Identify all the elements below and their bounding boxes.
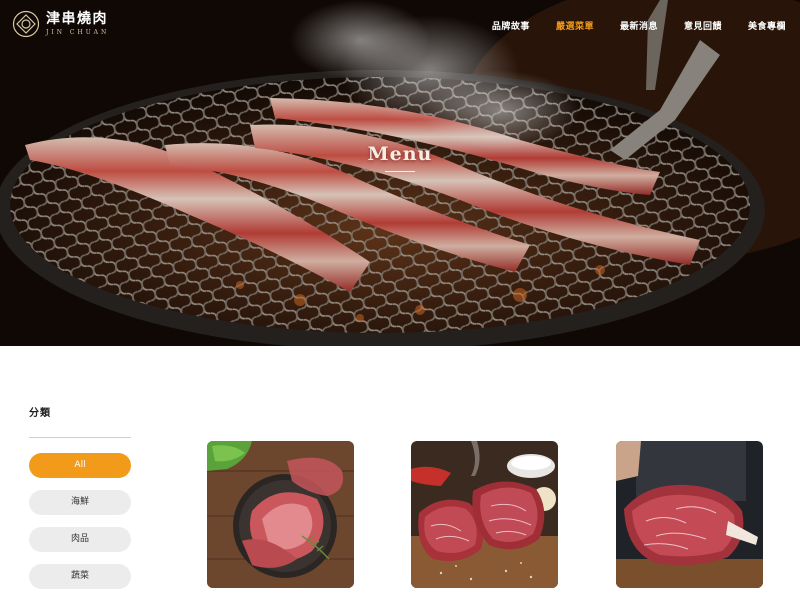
hero-banner: 津串燒肉 JIN CHUAN 品牌故事 嚴選菜單 最新消息 意見回饋 美食專欄 … — [0, 0, 800, 346]
raw-beef-rib-image — [616, 441, 763, 588]
main-menu: 品牌故事 嚴選菜單 最新消息 意見回饋 美食專欄 — [466, 19, 786, 32]
nav-item-food-column[interactable]: 美食專欄 — [748, 19, 786, 32]
nav-item-news[interactable]: 最新消息 — [620, 19, 658, 32]
product-card[interactable] — [207, 441, 354, 588]
product-card[interactable] — [411, 441, 558, 588]
brand-name-en: JIN CHUAN — [46, 29, 110, 36]
category-heading: 分類 — [29, 408, 51, 419]
category-vegetable-button[interactable]: 蔬菜 — [29, 564, 131, 589]
category-seafood-button[interactable]: 海鮮 — [29, 490, 131, 515]
cured-ham-platter-image — [207, 441, 354, 588]
hero-title: Menu — [367, 143, 433, 165]
nav-item-brand-story[interactable]: 品牌故事 — [492, 19, 530, 32]
product-card[interactable] — [616, 441, 763, 588]
brand-name: 津串燒肉 — [46, 11, 108, 27]
category-sidebar: 分類 All 海鮮 肉品 蔬菜 — [29, 404, 133, 589]
marbled-steaks-image — [411, 441, 558, 588]
nav-item-feedback[interactable]: 意見回饋 — [684, 19, 722, 32]
top-nav: 津串燒肉 JIN CHUAN 品牌故事 嚴選菜單 最新消息 意見回饋 美食專欄 — [0, 0, 800, 52]
category-meat-button[interactable]: 肉品 — [29, 527, 131, 552]
category-all-button[interactable]: All — [29, 453, 131, 478]
brand-logo[interactable]: 津串燒肉 JIN CHUAN — [12, 10, 109, 38]
hero-title-underline — [385, 171, 415, 172]
brand-emblem-icon — [12, 10, 40, 38]
nav-item-menu[interactable]: 嚴選菜單 — [556, 19, 594, 32]
category-list: All 海鮮 肉品 蔬菜 — [29, 453, 133, 589]
category-divider — [29, 437, 131, 438]
